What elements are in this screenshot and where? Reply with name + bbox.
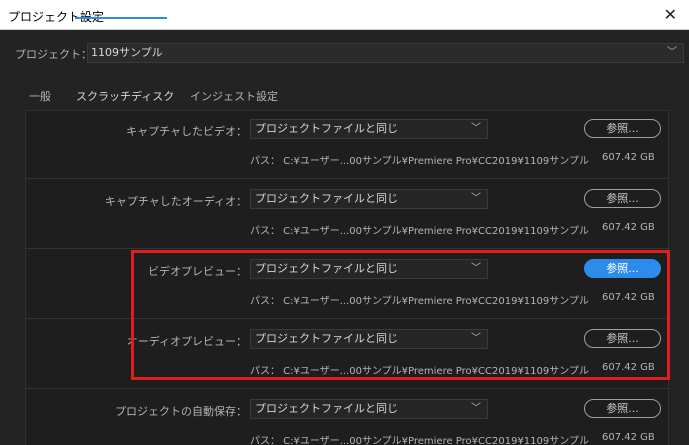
chevron-down-icon: ﹀	[471, 123, 481, 134]
captured-audio-path: パス： C:¥ユーザー...00サンプル¥Premiere Pro¥CC2019…	[250, 226, 589, 237]
auto-save-path: パス： C:¥ユーザー...00サンプル¥Premiere Pro¥CC2019…	[250, 436, 589, 445]
title-bar: プロジェクト設定 ✕	[0, 0, 689, 30]
tab-scratch-disks[interactable]: スクラッチディスク	[76, 88, 174, 104]
auto-save-size: 607.42 GB	[602, 432, 655, 443]
auto-save-label: プロジェクトの自動保存：	[115, 405, 247, 418]
row-divider	[25, 248, 669, 249]
chevron-down-icon: ﹀	[471, 193, 481, 204]
tab-ingest-settings[interactable]: インジェスト設定	[190, 88, 278, 104]
tab-general[interactable]: 一般	[29, 88, 51, 104]
auto-save-browse-button[interactable]: 参照...	[584, 399, 661, 418]
close-icon[interactable]: ✕	[664, 5, 677, 24]
captured-video-select[interactable]: プロジェクトファイルと同じ ﹀	[250, 119, 488, 139]
captured-video-browse-button[interactable]: 参照...	[584, 119, 661, 138]
active-tab-indicator	[75, 17, 167, 19]
captured-video-path: パス： C:¥ユーザー...00サンプル¥Premiere Pro¥CC2019…	[250, 156, 589, 167]
captured-video-size: 607.42 GB	[602, 152, 655, 163]
captured-audio-select-value: プロジェクトファイルと同じ	[255, 192, 398, 205]
highlight-box	[131, 250, 670, 380]
captured-audio-size: 607.42 GB	[602, 222, 655, 233]
captured-audio-select[interactable]: プロジェクトファイルと同じ ﹀	[250, 189, 488, 209]
project-select-value: 1109サンプル	[91, 46, 163, 59]
chevron-down-icon: ﹀	[471, 403, 481, 414]
project-select[interactable]: 1109サンプル ﹀	[87, 43, 684, 63]
captured-video-select-value: プロジェクトファイルと同じ	[255, 122, 398, 135]
row-divider	[25, 388, 669, 389]
row-divider	[25, 178, 669, 179]
captured-video-label: キャプチャしたビデオ：	[126, 125, 247, 138]
captured-audio-label: キャプチャしたオーディオ：	[104, 195, 247, 208]
auto-save-select[interactable]: プロジェクトファイルと同じ ﹀	[250, 399, 488, 419]
chevron-down-icon: ﹀	[667, 47, 677, 58]
project-label: プロジェクト：	[15, 48, 92, 61]
auto-save-select-value: プロジェクトファイルと同じ	[255, 402, 398, 415]
captured-audio-browse-button[interactable]: 参照...	[584, 189, 661, 208]
